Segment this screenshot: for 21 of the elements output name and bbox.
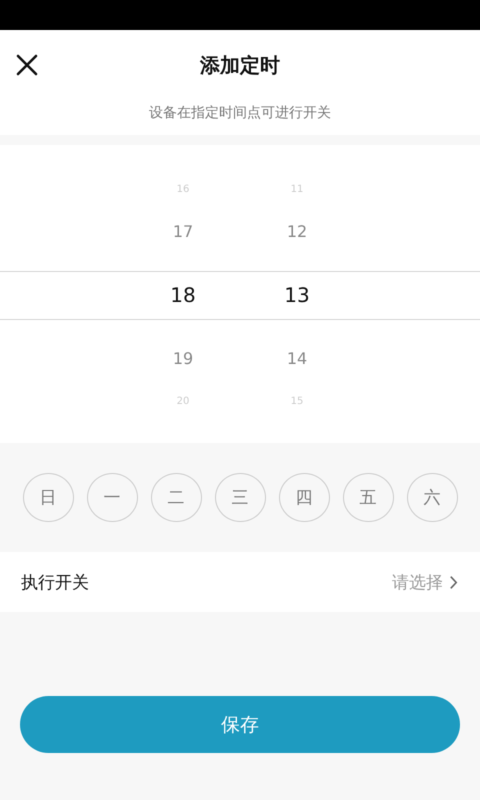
picker-item[interactable]: 13 [284, 263, 310, 327]
weekday-toggle[interactable]: 五 [342, 473, 394, 522]
subtitle: 设备在指定时间点可进行开关 [149, 104, 331, 122]
page-title: 添加定时 [200, 52, 280, 78]
picker-item[interactable]: 19 [172, 327, 194, 390]
weekday-toggle[interactable]: 二 [150, 473, 202, 522]
switch-row[interactable]: 执行开关 请选择 [0, 552, 480, 612]
save-button[interactable]: 保存 [20, 696, 460, 753]
picker-item[interactable]: 18 [170, 263, 196, 327]
close-icon[interactable] [15, 53, 39, 77]
chevron-right-icon [449, 574, 458, 590]
row-value: 请选择 [392, 572, 443, 594]
picker-item[interactable]: 17 [172, 200, 194, 263]
weekday-toggle[interactable]: 日 [22, 473, 74, 522]
weekday-toggle[interactable]: 三 [214, 473, 266, 522]
picker-item[interactable]: 12 [286, 200, 308, 263]
weekday-toggle[interactable]: 六 [406, 473, 458, 522]
weekday-toggle[interactable]: 一 [86, 473, 138, 522]
weekday-toggle[interactable]: 四 [278, 473, 330, 522]
row-label: 执行开关 [21, 572, 90, 594]
picker-item[interactable]: 14 [286, 327, 308, 390]
